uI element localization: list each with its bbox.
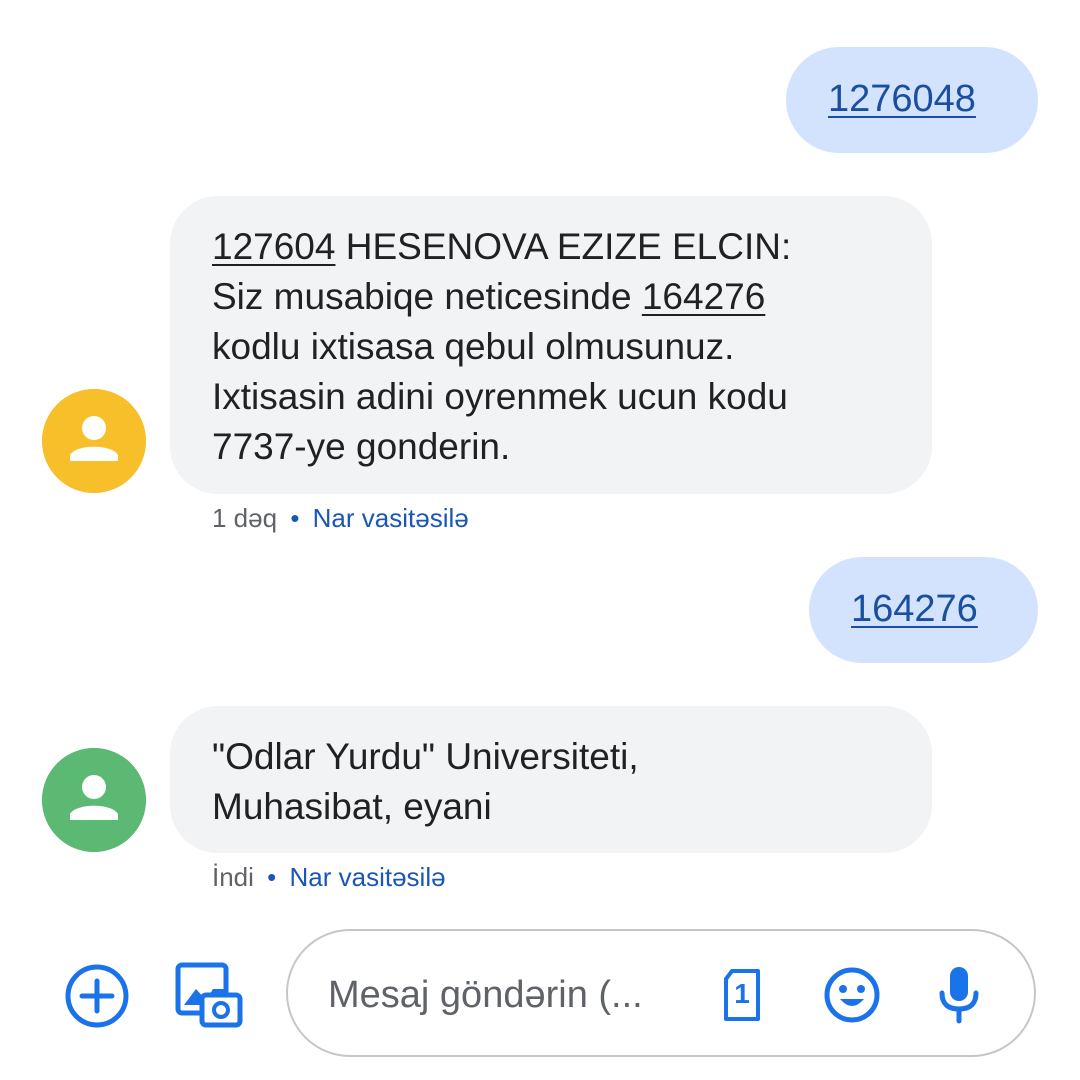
message-input-placeholder: Mesaj göndərin (...: [328, 974, 643, 1016]
message-line: 127604 HESENOVA EZIZE ELCIN:: [212, 222, 890, 272]
voice-input-button[interactable]: [936, 963, 982, 1027]
message-code-link[interactable]: 1276048: [828, 78, 976, 120]
message-line: Muhasibat, eyani: [212, 786, 492, 827]
message-code-link[interactable]: 164276: [851, 588, 978, 630]
meta-separator: •: [290, 503, 300, 533]
message-meta: İndi • Nar vasitəsilə: [212, 862, 446, 892]
message-line: 7737-ye gonderin.: [212, 426, 511, 467]
message-code-link[interactable]: 127604: [212, 226, 335, 267]
person-icon: [42, 748, 146, 852]
message-line: kodlu ixtisasa qebul olmusunuz.: [212, 326, 735, 367]
message-line: "Odlar Yurdu" Universiteti,: [212, 736, 639, 777]
sim-slot-number: 1: [734, 978, 750, 1009]
message-meta: 1 dəq • Nar vasitəsilə: [212, 503, 469, 533]
gallery-button[interactable]: [172, 959, 246, 1033]
add-attachment-button[interactable]: [62, 961, 132, 1031]
outgoing-message[interactable]: 164276: [809, 557, 1038, 663]
emoji-icon: [824, 967, 880, 1023]
message-text: HESENOVA EZIZE ELCIN:: [335, 226, 792, 267]
carrier-label: Nar vasitəsilə: [289, 862, 446, 892]
add-icon: [65, 964, 129, 1028]
contact-avatar[interactable]: [42, 389, 146, 493]
contact-avatar[interactable]: [42, 748, 146, 852]
person-icon: [42, 389, 146, 493]
emoji-button[interactable]: [822, 965, 882, 1025]
message-text: Siz musabiqe neticesinde: [212, 276, 642, 317]
message-time: İndi: [212, 862, 254, 892]
message-input[interactable]: Mesaj göndərin (... 1: [286, 929, 1036, 1057]
message-time: 1 dəq: [212, 503, 278, 533]
meta-separator: •: [267, 862, 277, 892]
carrier-label: Nar vasitəsilə: [312, 503, 469, 533]
incoming-message[interactable]: "Odlar Yurdu" Universiteti, Muhasibat, e…: [170, 706, 932, 853]
message-line: Siz musabiqe neticesinde 164276: [212, 272, 890, 322]
message-code-link[interactable]: 164276: [642, 276, 765, 317]
message-composer: Mesaj göndərin (... 1: [0, 925, 1080, 1065]
outgoing-message[interactable]: 1276048: [786, 47, 1038, 153]
gallery-camera-icon: [175, 962, 243, 1028]
sim-selector-button[interactable]: 1: [720, 967, 764, 1023]
conversation-screen: 1276048 127604 HESENOVA EZIZE ELCIN: Siz…: [0, 0, 1080, 1080]
microphone-icon: [939, 967, 979, 1024]
message-line: Ixtisasin adini oyrenmek ucun kodu: [212, 376, 788, 417]
incoming-message[interactable]: 127604 HESENOVA EZIZE ELCIN: Siz musabiq…: [170, 196, 932, 494]
